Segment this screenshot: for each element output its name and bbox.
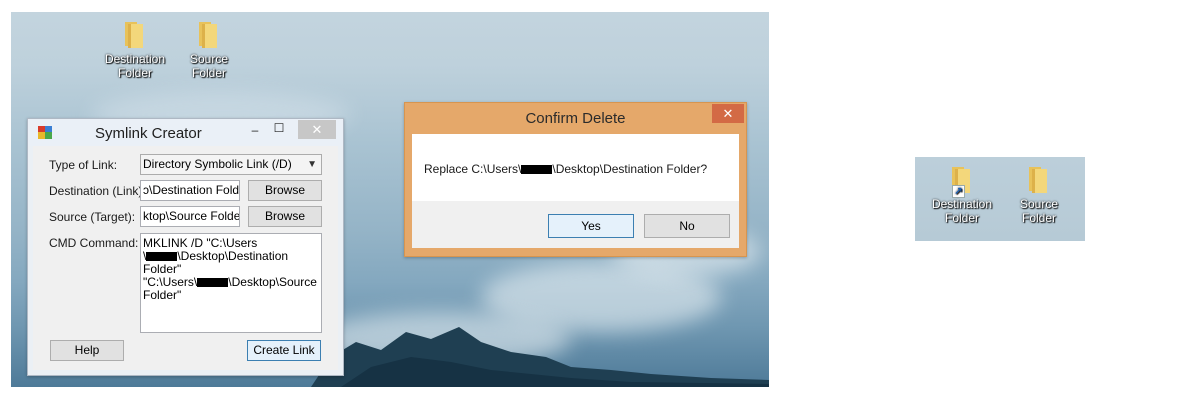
desktop-icon-destination-folder[interactable]: Destination Folder <box>98 18 172 80</box>
cmd-line: \ \Desktop\Destination Folder" <box>143 249 289 276</box>
desktop-icon-source-folder[interactable]: Source Folder <box>1002 163 1076 225</box>
no-button[interactable]: No <box>644 214 730 238</box>
folder-icon <box>125 22 143 48</box>
symlink-creator-window: Symlink Creator – ☐ ✕ Type of Link: Dire… <box>27 118 344 376</box>
dialog-body: Replace C:\Users\ \Desktop\Destination Fo… <box>412 134 739 248</box>
close-button[interactable]: ✕ <box>298 120 336 139</box>
folder-icon <box>1029 167 1047 193</box>
desktop-icon-source-folder[interactable]: Source Folder <box>172 18 246 80</box>
desktop-icon-label: Destination Folder <box>104 52 166 80</box>
desktop-icon-destination-folder-shortcut[interactable]: ↗ Destination Folder <box>925 163 999 225</box>
desktop-icon-label: Source Folder <box>1019 197 1059 225</box>
redacted-username <box>197 278 229 288</box>
redacted-username <box>146 252 178 262</box>
source-browse-button[interactable]: Browse <box>248 206 322 227</box>
message-area: Replace C:\Users\ \Desktop\Destination Fo… <box>412 134 739 201</box>
destination-input[interactable]: ɔ\Destination Folder <box>140 180 240 201</box>
help-button[interactable]: Help <box>50 340 124 361</box>
yes-button[interactable]: Yes <box>548 214 634 238</box>
dialog-title: Confirm Delete <box>525 110 626 127</box>
shortcut-arrow-icon: ↗ <box>952 185 965 198</box>
type-of-link-value: Directory Symbolic Link (/D) <box>143 157 292 171</box>
folder-icon <box>199 22 217 48</box>
source-input[interactable]: ktop\Source Folder <box>140 206 240 227</box>
destination-label: Destination (Link): <box>49 184 146 198</box>
window-body: Type of Link: Directory Symbolic Link (/… <box>33 146 338 370</box>
redacted-username <box>521 165 553 175</box>
window-title: Symlink Creator <box>95 125 202 142</box>
close-button[interactable]: ✕ <box>712 104 744 123</box>
chevron-down-icon: ▼ <box>307 159 317 170</box>
type-of-link-label: Type of Link: <box>49 158 118 172</box>
cmd-command-textarea[interactable]: MKLINK /D "C:\Users \ \Desktop\Destinatio… <box>140 233 322 333</box>
desktop-inset: ↗ Destination Folder Source Folder <box>915 157 1085 241</box>
title-bar[interactable]: Symlink Creator – ☐ ✕ <box>28 119 343 146</box>
destination-browse-button[interactable]: Browse <box>248 180 322 201</box>
app-icon <box>38 126 52 139</box>
cmd-line: Folder" <box>143 288 182 302</box>
minimize-button[interactable]: – <box>248 123 262 143</box>
desktop-icon-label: Source Folder <box>189 52 229 80</box>
type-of-link-select[interactable]: Directory Symbolic Link (/D) ▼ <box>140 154 322 175</box>
desktop-icon-label: Destination Folder <box>931 197 993 225</box>
source-label: Source (Target): <box>49 210 136 224</box>
dialog-message: Replace C:\Users\ \Desktop\Destination Fo… <box>424 162 708 176</box>
confirm-delete-dialog: Confirm Delete ✕ Replace C:\Users\ \Deskt… <box>404 102 747 257</box>
create-link-button[interactable]: Create Link <box>247 340 321 361</box>
maximize-button[interactable]: ☐ <box>272 121 286 141</box>
cmd-command-label: CMD Command: <box>49 236 139 250</box>
